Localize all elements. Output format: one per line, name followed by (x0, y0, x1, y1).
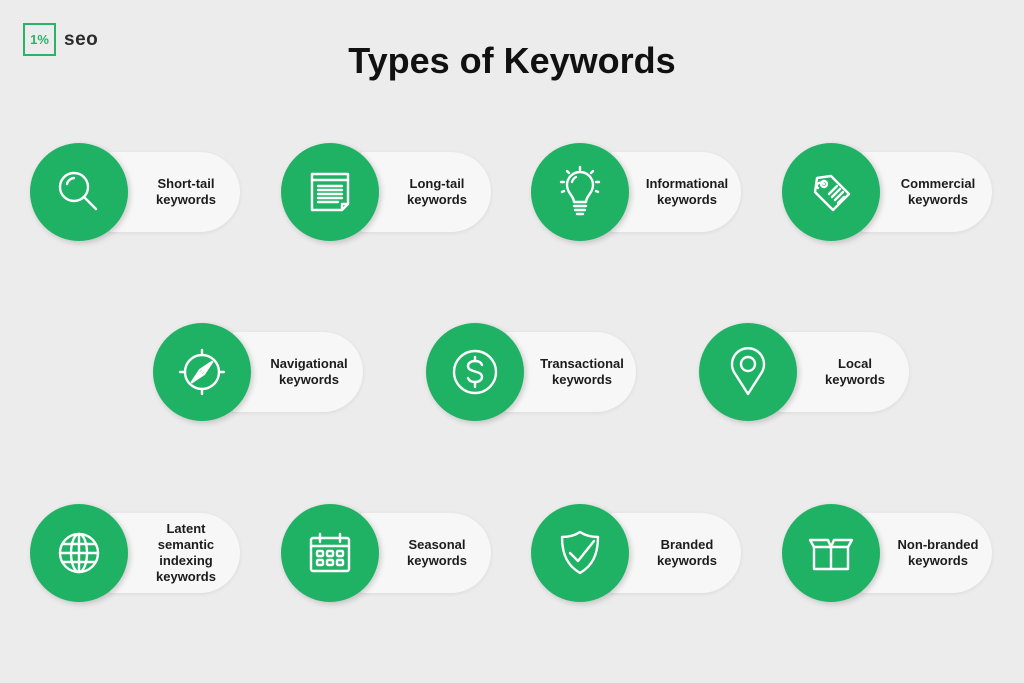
keyword-card-long-tail: Long-tail keywords (281, 143, 493, 241)
card-label: Transactional keywords (540, 356, 624, 387)
card-label: Seasonal keywords (407, 537, 467, 568)
shield-check-icon (560, 530, 600, 575)
keyword-card-local: Local keywords (699, 323, 911, 421)
keyword-card-informational: Informational keywords (531, 143, 743, 241)
box-icon (808, 538, 854, 571)
keyword-card-commercial: Commercial keywords (782, 143, 994, 241)
keyword-card-transactional: Transactional keywords (426, 323, 638, 421)
card-label: Commercial keywords (900, 176, 976, 207)
compass-icon (178, 348, 226, 396)
keyword-card-short-tail: Short-tail keywords (30, 143, 242, 241)
card-label: Long-tail keywords (407, 176, 467, 207)
card-label: Latent semantic indexing keywords (156, 521, 216, 584)
page-title: Types of Keywords (348, 40, 676, 81)
keyword-card-navigational: Navigational keywords (153, 323, 365, 421)
price-tag-icon (813, 174, 851, 212)
search-icon (58, 171, 98, 211)
lightbulb-icon (559, 165, 601, 216)
keyword-card-branded: Branded keywords (531, 504, 743, 602)
keyword-card-non-branded: Non-branded keywords (782, 504, 994, 602)
keyword-card-latent-semantic-indexing: Latent semantic indexing keywords (30, 504, 242, 602)
calendar-icon (309, 532, 351, 573)
globe-icon (58, 532, 100, 574)
card-label: Navigational keywords (270, 356, 348, 387)
location-pin-icon (730, 347, 766, 396)
card-label: Short-tail keywords (156, 176, 216, 207)
keyword-card-seasonal: Seasonal keywords (281, 504, 493, 602)
card-label: Non-branded keywords (897, 537, 979, 568)
dollar-icon (452, 349, 498, 395)
card-label: Informational keywords (645, 176, 729, 207)
document-icon (310, 172, 350, 212)
card-label: Local keywords (825, 356, 885, 387)
card-label: Branded keywords (657, 537, 717, 568)
